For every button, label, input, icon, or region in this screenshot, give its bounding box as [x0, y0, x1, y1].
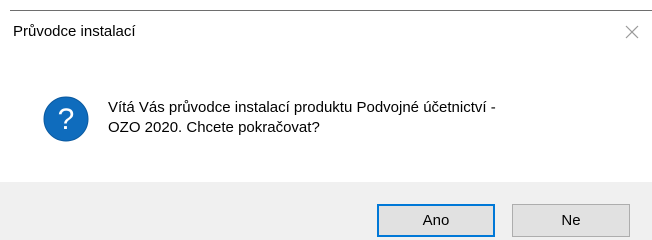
message-text: Vítá Vás průvodce instalací produktu Pod… [108, 99, 496, 136]
svg-text:?: ? [58, 103, 75, 136]
button-bar: Ano Ne [0, 182, 652, 240]
close-icon [625, 25, 639, 39]
window-title: Průvodce instalací [13, 23, 136, 40]
title-bar: Průvodce instalací [0, 11, 652, 53]
question-icon: ? [43, 96, 89, 142]
close-button[interactable] [612, 15, 652, 49]
dialog-content: ? Vítá Vás průvodce instalací produktu P… [0, 53, 652, 182]
message-dialog: Průvodce instalací ? Vítá Vás průvodce i… [0, 0, 652, 240]
yes-button[interactable]: Ano [377, 204, 495, 237]
no-button[interactable]: Ne [512, 204, 630, 237]
